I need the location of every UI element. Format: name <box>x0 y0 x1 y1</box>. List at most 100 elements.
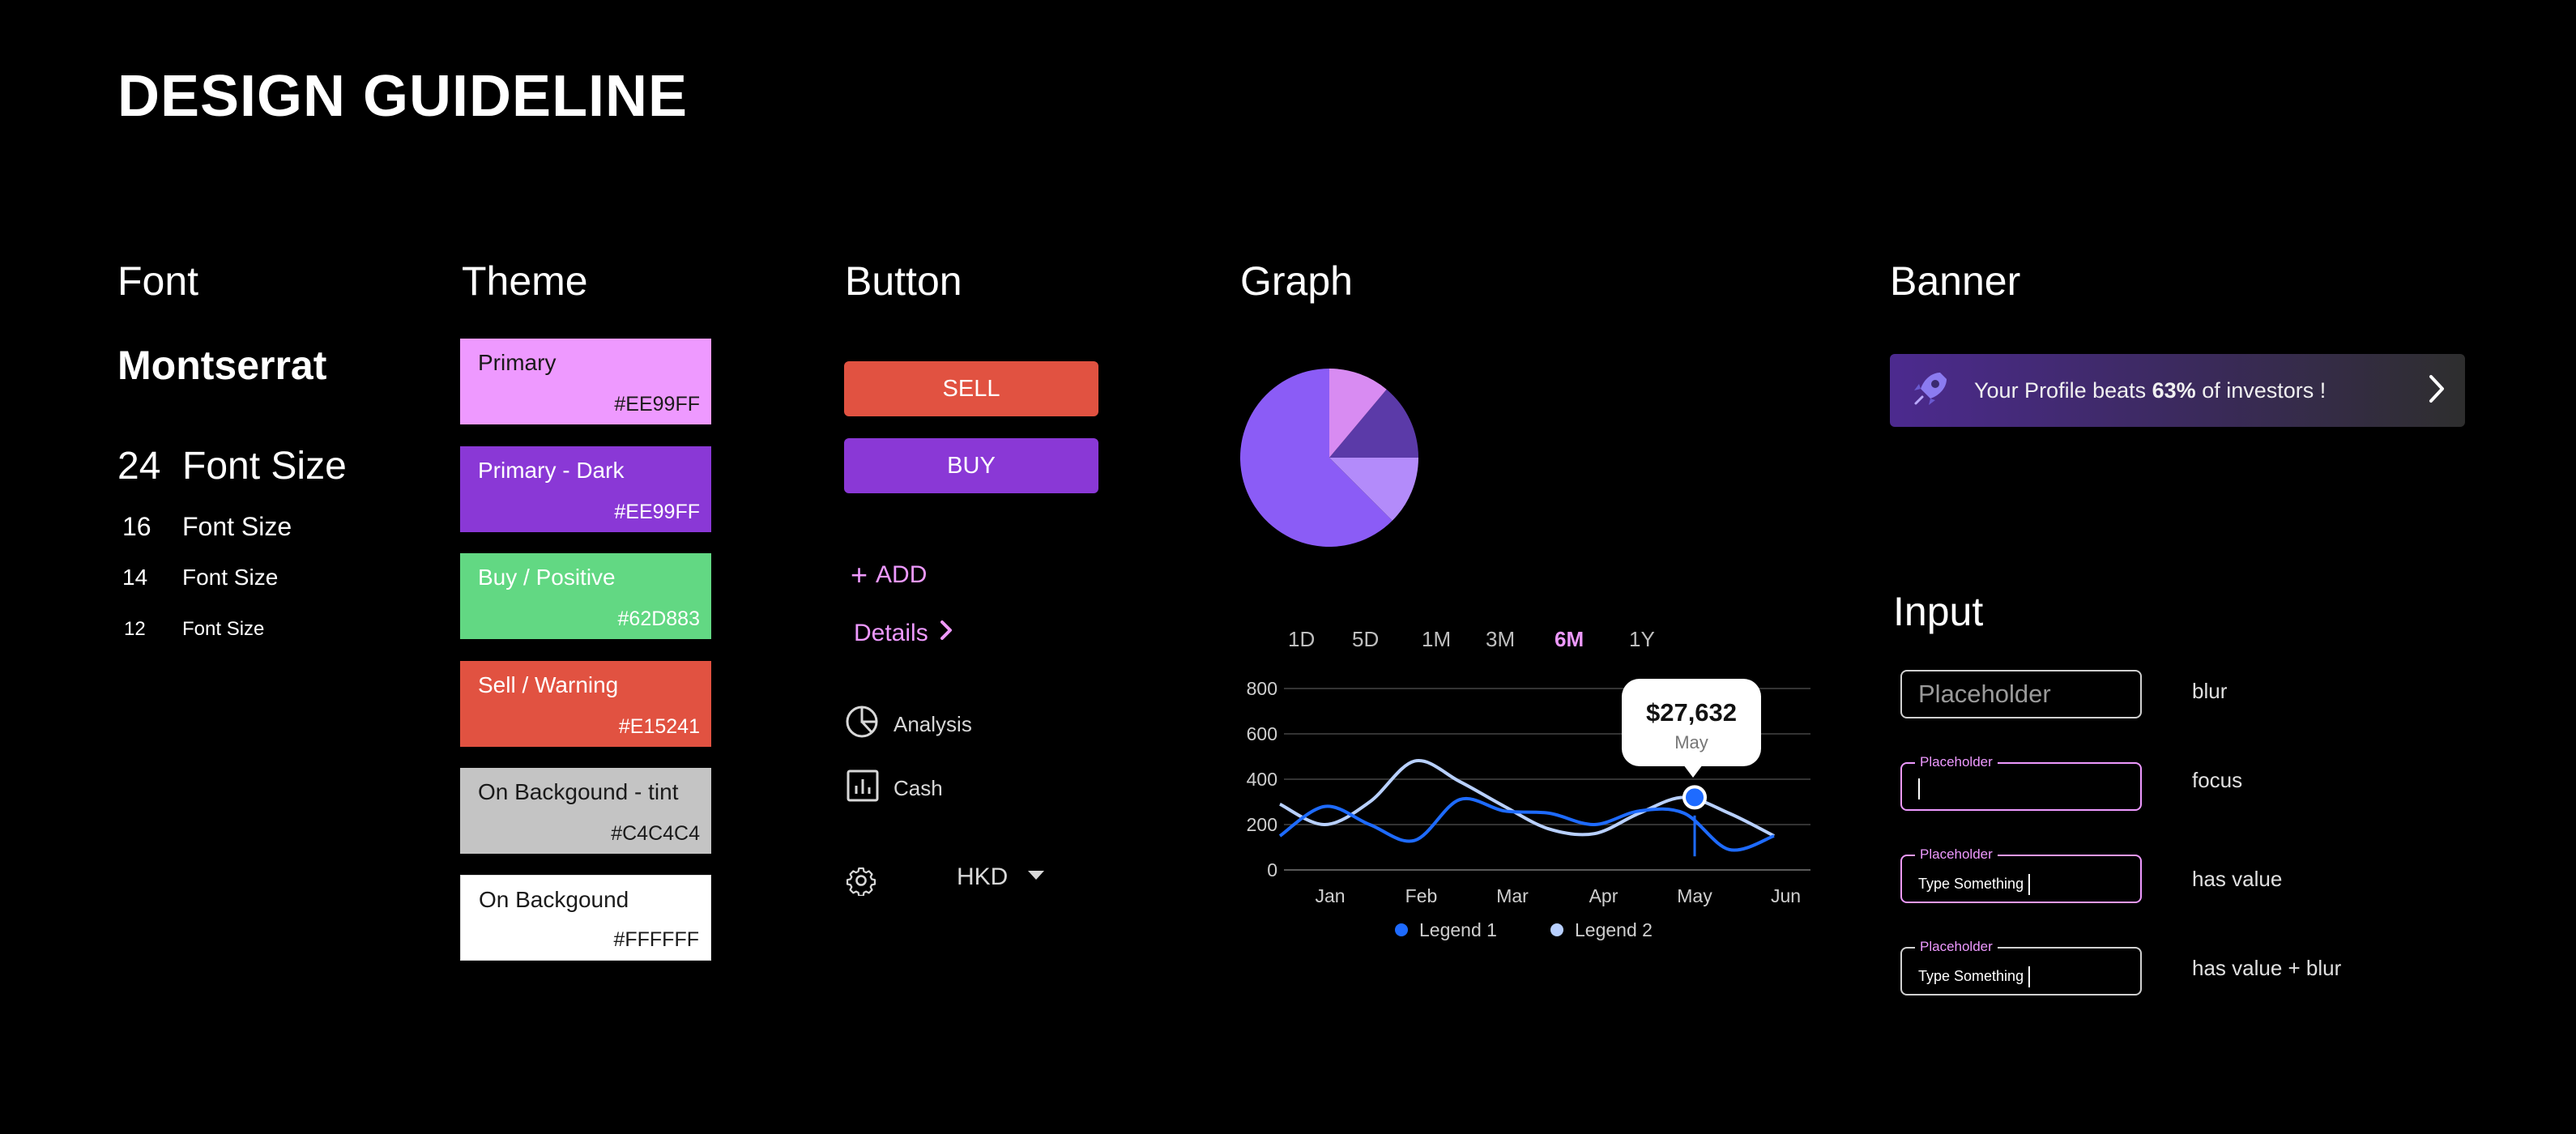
theme-swatch: On Backgound #FFFFFF <box>460 875 711 961</box>
rocket-icon <box>1908 366 1953 416</box>
banner-message: Your Profile beats 63% of investors ! <box>1974 378 2426 403</box>
input-floating-label: Placeholder <box>1915 939 1998 955</box>
text-caret <box>2028 874 2031 895</box>
cash-label: Cash <box>893 776 943 800</box>
font-size-number: 12 <box>124 618 146 640</box>
graph-section-title: Graph <box>1240 258 1353 304</box>
chevron-right-icon <box>2426 373 2447 409</box>
timeframe-3m[interactable]: 3M <box>1486 627 1515 652</box>
input-state-label: focus <box>2192 768 2243 792</box>
button-section-title: Button <box>845 258 962 304</box>
input-value-text: Type Something <box>1918 875 2024 892</box>
input-floating-label: Placeholder <box>1915 846 1998 863</box>
timeframe-1y[interactable]: 1Y <box>1629 627 1655 652</box>
swatch-hex: #EE99FF <box>614 501 700 523</box>
currency-selected-value: HKD <box>957 863 1009 890</box>
theme-swatch: Sell / Warning #E15241 <box>460 661 711 747</box>
analysis-label: Analysis <box>893 712 972 736</box>
font-size-row-14: 14 Font Size <box>117 565 278 590</box>
input-state-label: has value + blur <box>2192 956 2342 980</box>
y-tick-label: 0 <box>1267 859 1277 880</box>
gear-icon[interactable] <box>846 865 876 900</box>
font-size-label: Font Size <box>182 565 279 590</box>
swatch-hex: #C4C4C4 <box>611 822 700 845</box>
font-size-number: 14 <box>122 565 148 590</box>
input-has-value-blur[interactable]: Placeholder Type Something <box>1900 939 2142 995</box>
font-size-number: 24 <box>117 445 161 488</box>
font-size-label: Font Size <box>182 445 347 488</box>
cash-item[interactable]: Cash <box>847 770 943 808</box>
input-value-text: Type Something <box>1918 967 2024 984</box>
input-value: Type Something <box>1918 874 2031 895</box>
input-state-label: has value <box>2192 867 2283 891</box>
y-tick-label: 200 <box>1247 814 1277 835</box>
analysis-item[interactable]: Analysis <box>845 705 972 744</box>
chart-tooltip: $27,632 May <box>1622 679 1761 778</box>
timeframe-6m[interactable]: 6M <box>1555 627 1584 652</box>
sell-button[interactable]: SELL <box>844 361 1098 416</box>
legend-swatch <box>1395 923 1408 936</box>
bar-chart-icon <box>847 770 879 808</box>
plus-icon: + <box>851 558 868 591</box>
text-caret <box>1918 778 1920 799</box>
timeframe-1d[interactable]: 1D <box>1288 627 1315 652</box>
y-tick-label: 400 <box>1247 769 1277 790</box>
input-blur[interactable]: Placeholder <box>1900 670 2142 718</box>
timeframe-1m[interactable]: 1M <box>1422 627 1451 652</box>
timeframe-5d[interactable]: 5D <box>1352 627 1379 652</box>
swatch-hex: #E15241 <box>618 715 700 738</box>
input-value: Type Something <box>1918 966 2031 987</box>
tooltip-value: $27,632 <box>1645 698 1738 727</box>
swatch-hex: #62D883 <box>617 608 700 630</box>
x-tick-label: Feb <box>1405 885 1438 906</box>
banner-text-part: Your Profile beats <box>1974 377 2152 403</box>
tooltip-pointer <box>1683 765 1703 778</box>
font-size-row-12: 12 Font Size <box>117 618 264 641</box>
theme-swatch: Primary - Dark #EE99FF <box>460 446 711 532</box>
legend-label: Legend 2 <box>1575 919 1653 940</box>
input-section-title: Input <box>1893 589 1984 634</box>
buy-button[interactable]: BUY <box>844 438 1098 493</box>
theme-section-title: Theme <box>462 258 588 304</box>
add-button-label: ADD <box>876 561 928 588</box>
theme-swatch: Buy / Positive #62D883 <box>460 553 711 639</box>
font-size-number: 16 <box>122 512 151 541</box>
input-has-value[interactable]: Placeholder Type Something <box>1900 846 2142 903</box>
x-tick-label: May <box>1677 885 1712 906</box>
swatch-name: Sell / Warning <box>478 672 619 697</box>
chevron-right-icon <box>936 618 956 649</box>
add-button[interactable]: + ADD <box>851 561 927 590</box>
details-button-label: Details <box>854 620 928 646</box>
input-placeholder: Placeholder <box>1918 680 2051 708</box>
input-floating-label: Placeholder <box>1915 754 1998 770</box>
currency-dropdown[interactable]: HKD <box>957 863 1045 891</box>
tooltip-label: May <box>1674 732 1708 752</box>
swatch-name: Buy / Positive <box>478 565 616 590</box>
banner-percentage: 63% <box>2152 377 2196 403</box>
pie-chart <box>1240 369 1418 547</box>
highlight-point[interactable] <box>1683 785 1707 810</box>
details-button[interactable]: Details <box>854 618 956 649</box>
input-focus[interactable]: Placeholder <box>1900 754 2142 811</box>
font-family-name: Montserrat <box>117 343 327 388</box>
theme-swatch: Primary #EE99FF <box>460 339 711 424</box>
banner-text-part: of investors ! <box>2195 377 2327 403</box>
x-tick-label: Jan <box>1315 885 1345 906</box>
font-size-row-24: 24 Font Size <box>117 444 347 488</box>
swatch-name: On Backgound - tint <box>478 779 679 804</box>
caret-down-icon <box>1027 870 1045 885</box>
font-size-label: Font Size <box>182 618 265 640</box>
pie-chart-icon <box>845 705 879 744</box>
y-tick-label: 600 <box>1247 723 1277 744</box>
font-size-row-16: 16 Font Size <box>117 512 292 542</box>
x-tick-label: Jun <box>1771 885 1801 906</box>
banner-section-title: Banner <box>1890 258 2021 304</box>
text-caret <box>2028 966 2031 987</box>
page-title: DESIGN GUIDELINE <box>117 64 689 129</box>
profile-banner[interactable]: Your Profile beats 63% of investors ! <box>1890 354 2465 427</box>
input-state-label: blur <box>2192 679 2228 703</box>
font-size-label: Font Size <box>182 512 292 541</box>
x-tick-label: Apr <box>1589 885 1619 906</box>
x-tick-label: Mar <box>1496 885 1529 906</box>
swatch-name: Primary - Dark <box>478 458 625 483</box>
